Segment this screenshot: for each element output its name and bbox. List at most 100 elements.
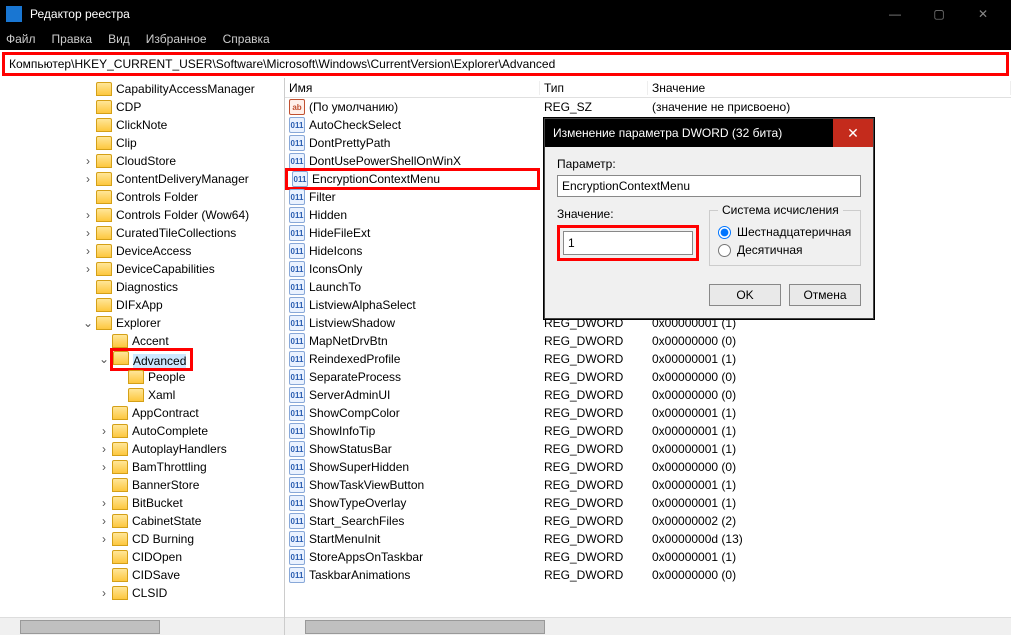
dword-value-icon: 011 <box>289 441 305 457</box>
list-row[interactable]: 011ServerAdminUIREG_DWORD0x00000000 (0) <box>285 386 1011 404</box>
tree-item[interactable]: People <box>0 368 284 386</box>
value-name: Hidden <box>309 208 347 222</box>
expander-icon[interactable]: › <box>80 226 96 240</box>
tree-item[interactable]: Clip <box>0 134 284 152</box>
list-row[interactable]: 011SeparateProcessREG_DWORD0x00000000 (0… <box>285 368 1011 386</box>
tree-item[interactable]: CapabilityAccessManager <box>0 80 284 98</box>
expander-icon[interactable]: › <box>80 262 96 276</box>
dialog-close-button[interactable]: ✕ <box>833 119 873 147</box>
list-row[interactable]: 011StoreAppsOnTaskbarREG_DWORD0x00000001… <box>285 548 1011 566</box>
list-row[interactable]: 011ShowInfoTipREG_DWORD0x00000001 (1) <box>285 422 1011 440</box>
col-header-name[interactable]: Имя <box>285 81 540 95</box>
tree-item[interactable]: AppContract <box>0 404 284 422</box>
tree-item[interactable]: ›CloudStore <box>0 152 284 170</box>
list-row[interactable]: 011TaskbarAnimationsREG_DWORD0x00000000 … <box>285 566 1011 584</box>
expander-icon[interactable]: › <box>80 154 96 168</box>
cancel-button[interactable]: Отмена <box>789 284 861 306</box>
expander-icon[interactable]: › <box>96 586 112 600</box>
tree-item[interactable]: ›DeviceAccess <box>0 242 284 260</box>
col-header-type[interactable]: Тип <box>540 81 648 95</box>
list-row[interactable]: 011ShowTaskViewButtonREG_DWORD0x00000001… <box>285 476 1011 494</box>
radio-dec[interactable] <box>718 244 731 257</box>
tree-item[interactable]: ⌄Explorer <box>0 314 284 332</box>
tree-item[interactable]: ›BamThrottling <box>0 458 284 476</box>
value-type: REG_DWORD <box>540 550 648 564</box>
expander-icon[interactable]: › <box>80 244 96 258</box>
menu-file[interactable]: Файл <box>6 32 36 46</box>
expander-icon[interactable]: ⌄ <box>80 316 96 330</box>
value-type: REG_DWORD <box>540 424 648 438</box>
tree-item[interactable]: Diagnostics <box>0 278 284 296</box>
col-header-value[interactable]: Значение <box>648 81 1011 95</box>
list-row[interactable]: 011ReindexedProfileREG_DWORD0x00000001 (… <box>285 350 1011 368</box>
maximize-button[interactable]: ▢ <box>917 0 961 28</box>
folder-icon <box>112 514 128 528</box>
close-window-button[interactable]: ✕ <box>961 0 1005 28</box>
menu-view[interactable]: Вид <box>108 32 130 46</box>
list-row[interactable]: 011MapNetDrvBtnREG_DWORD0x00000000 (0) <box>285 332 1011 350</box>
list-row[interactable]: 011StartMenuInitREG_DWORD0x0000000d (13) <box>285 530 1011 548</box>
tree-item[interactable]: ›CuratedTileCollections <box>0 224 284 242</box>
tree-item[interactable]: ›CD Burning <box>0 530 284 548</box>
tree-item-label: CLSID <box>132 586 167 600</box>
address-path: Компьютер\HKEY_CURRENT_USER\Software\Mic… <box>9 57 555 71</box>
folder-icon <box>112 586 128 600</box>
tree-item[interactable]: ›BitBucket <box>0 494 284 512</box>
list-hscroll[interactable] <box>285 617 1011 635</box>
list-row[interactable]: 011Start_SearchFilesREG_DWORD0x00000002 … <box>285 512 1011 530</box>
tree-item[interactable]: ›CabinetState <box>0 512 284 530</box>
radio-dec-label: Десятичная <box>737 243 803 257</box>
menu-edit[interactable]: Правка <box>52 32 93 46</box>
value-input[interactable] <box>563 231 693 255</box>
radio-hex[interactable] <box>718 226 731 239</box>
folder-icon <box>113 351 129 365</box>
tree-scroll[interactable]: CapabilityAccessManagerCDPClickNoteClip›… <box>0 78 284 617</box>
tree-item[interactable]: ›ContentDeliveryManager <box>0 170 284 188</box>
folder-icon <box>96 262 112 276</box>
tree-item[interactable]: CIDSave <box>0 566 284 584</box>
expander-icon[interactable]: › <box>80 172 96 186</box>
expander-icon[interactable]: › <box>96 514 112 528</box>
value-name: HideFileExt <box>309 226 370 240</box>
list-row[interactable]: 011ShowStatusBarREG_DWORD0x00000001 (1) <box>285 440 1011 458</box>
expander-icon[interactable]: › <box>96 442 112 456</box>
tree-item[interactable]: Xaml <box>0 386 284 404</box>
ok-button[interactable]: OK <box>709 284 781 306</box>
tree-item[interactable]: ›AutoComplete <box>0 422 284 440</box>
dword-value-icon: 011 <box>289 225 305 241</box>
radix-group: Система исчисления Шестнадцатеричная Дес… <box>709 203 861 266</box>
folder-icon <box>96 316 112 330</box>
tree-item[interactable]: CDP <box>0 98 284 116</box>
menu-favorites[interactable]: Избранное <box>146 32 207 46</box>
value-data: 0x00000000 (0) <box>648 568 1011 582</box>
expander-icon[interactable]: › <box>96 424 112 438</box>
list-row[interactable]: ab(По умолчанию)REG_SZ(значение не присв… <box>285 98 1011 116</box>
list-row[interactable]: 011ShowSuperHiddenREG_DWORD0x00000000 (0… <box>285 458 1011 476</box>
dword-value-icon: 011 <box>289 189 305 205</box>
expander-icon[interactable]: › <box>96 496 112 510</box>
expander-icon[interactable]: › <box>96 460 112 474</box>
tree-item[interactable]: › CLSID <box>0 584 284 602</box>
list-row[interactable]: 011ShowCompColorREG_DWORD0x00000001 (1) <box>285 404 1011 422</box>
tree-item[interactable]: CIDOpen <box>0 548 284 566</box>
value-data: 0x00000001 (1) <box>648 352 1011 366</box>
tree-item[interactable]: ClickNote <box>0 116 284 134</box>
minimize-button[interactable]: — <box>873 0 917 28</box>
tree-item[interactable]: BannerStore <box>0 476 284 494</box>
address-bar[interactable]: Компьютер\HKEY_CURRENT_USER\Software\Mic… <box>2 52 1009 76</box>
tree-item[interactable]: ›AutoplayHandlers <box>0 440 284 458</box>
folder-icon <box>112 496 128 510</box>
list-row[interactable]: 011ShowTypeOverlayREG_DWORD0x00000001 (1… <box>285 494 1011 512</box>
tree-item[interactable]: DIFxApp <box>0 296 284 314</box>
tree-item[interactable]: ›DeviceCapabilities <box>0 260 284 278</box>
expander-icon[interactable]: › <box>96 532 112 546</box>
dword-value-icon: 011 <box>289 513 305 529</box>
tree-hscroll[interactable] <box>0 617 284 635</box>
dword-value-icon: 011 <box>289 423 305 439</box>
tree-item[interactable]: ⌄Advanced <box>0 350 284 368</box>
tree-item[interactable]: Controls Folder <box>0 188 284 206</box>
tree-item[interactable]: ›Controls Folder (Wow64) <box>0 206 284 224</box>
expander-icon[interactable]: › <box>80 208 96 222</box>
menu-help[interactable]: Справка <box>223 32 270 46</box>
param-name-input[interactable] <box>557 175 861 197</box>
